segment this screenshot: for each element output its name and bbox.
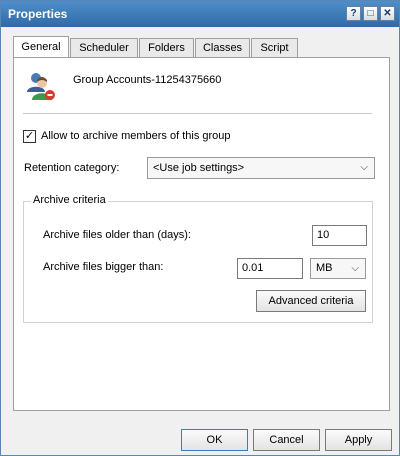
window-title: Properties [8, 7, 68, 21]
close-icon[interactable]: ✕ [380, 6, 395, 21]
chevron-down-icon: ⌵ [360, 162, 368, 173]
bigger-than-label: Archive files bigger than: [43, 261, 164, 273]
user-group-icon [27, 73, 55, 100]
retention-label: Retention category: [24, 162, 120, 174]
chevron-down-icon: ⌵ [351, 263, 359, 274]
allow-archive-label: Allow to archive members of this group [41, 130, 231, 142]
help-icon[interactable]: ? [346, 6, 361, 21]
group-name: Group Accounts-11254375660 [73, 74, 222, 86]
general-panel: Group Accounts-11254375660 ✓ Allow to ar… [13, 57, 390, 411]
retention-value: <Use job settings> [153, 162, 245, 174]
archive-criteria-group: Archive criteria Archive files older tha… [23, 194, 373, 323]
title-bar[interactable]: Properties ? □ ✕ [1, 1, 399, 27]
size-unit-select[interactable]: MB ⌵ [310, 258, 366, 279]
advanced-criteria-button[interactable]: Advanced criteria [256, 290, 366, 312]
older-than-label: Archive files older than (days): [43, 229, 191, 241]
apply-button[interactable]: Apply [325, 429, 392, 451]
cancel-button[interactable]: Cancel [253, 429, 320, 451]
tab-folders[interactable]: Folders [139, 38, 194, 57]
retention-select[interactable]: <Use job settings> ⌵ [147, 157, 375, 179]
dialog-footer: OK Cancel Apply [1, 425, 399, 455]
maximize-icon[interactable]: □ [363, 6, 378, 21]
ok-button[interactable]: OK [181, 429, 248, 451]
bigger-than-input[interactable]: 0.01 [237, 258, 303, 279]
tab-scheduler[interactable]: Scheduler [70, 38, 138, 57]
properties-window: Properties ? □ ✕ General Scheduler Folde… [0, 0, 400, 456]
size-unit-value: MB [316, 262, 333, 274]
older-than-input[interactable]: 10 [312, 225, 367, 246]
allow-archive-checkbox[interactable]: ✓ [23, 130, 36, 143]
separator [23, 113, 372, 114]
tab-general[interactable]: General [13, 36, 69, 57]
tab-classes[interactable]: Classes [195, 38, 250, 57]
archive-criteria-title: Archive criteria [31, 194, 108, 206]
tab-script[interactable]: Script [251, 38, 298, 57]
